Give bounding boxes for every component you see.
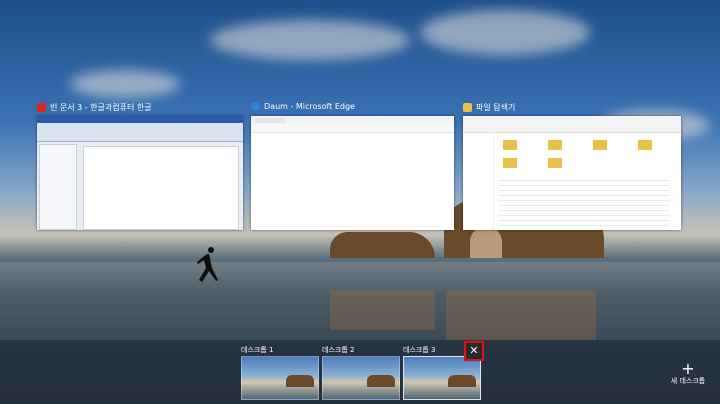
rock-reflection — [330, 290, 435, 330]
window-title-label: Daum - Microsoft Edge — [264, 102, 355, 111]
desktop-3-label: 데스크톱 3 — [403, 346, 436, 354]
window-thumbnail-edge[interactable] — [251, 116, 454, 230]
document-page — [83, 146, 239, 230]
drive-list — [499, 176, 669, 226]
window-thumbnail-hangul[interactable] — [37, 116, 243, 230]
rock-formation — [286, 375, 314, 387]
window-title-explorer[interactable]: 파일 탐색기 — [463, 102, 515, 113]
rock-formation — [367, 375, 395, 387]
toolbar — [37, 123, 243, 142]
window-title-label: 파일 탐색기 — [476, 103, 516, 112]
window-title-hangul[interactable]: 빈 문서 3 - 한글과컴퓨터 한글 — [37, 102, 152, 113]
close-desktop-button[interactable]: ✕ — [464, 341, 484, 361]
hangul-icon — [37, 103, 46, 112]
new-desktop-button[interactable]: + 새 데스크톱 — [668, 359, 708, 386]
rock-formation — [448, 375, 476, 387]
cloud — [420, 10, 590, 55]
rock-formation — [330, 232, 435, 258]
ribbon — [463, 116, 681, 133]
navigation-pane — [463, 132, 494, 230]
folder-icon — [503, 158, 517, 168]
folder-icon — [503, 140, 517, 150]
cloud — [210, 20, 410, 60]
address-bar — [251, 124, 454, 133]
folder-icon — [593, 140, 607, 150]
desktop-3-thumbnail[interactable] — [403, 356, 481, 400]
plus-icon: + — [681, 359, 695, 378]
rock-arch — [470, 226, 502, 258]
cloud — [70, 70, 180, 98]
window-title-label: 빈 문서 3 - 한글과컴퓨터 한글 — [50, 103, 152, 112]
folder-icon — [638, 140, 652, 150]
titlebar — [37, 116, 243, 123]
window-title-edge[interactable]: Daum - Microsoft Edge — [251, 102, 355, 111]
tab — [255, 118, 285, 123]
runner-silhouette — [197, 247, 218, 282]
rock-reflection — [446, 290, 596, 340]
folder-icon — [463, 103, 472, 112]
desktop-2-thumbnail[interactable] — [322, 356, 400, 400]
side-panel — [39, 144, 77, 230]
folder-icon — [548, 140, 562, 150]
window-thumbnail-explorer[interactable] — [463, 116, 681, 230]
folder-icon — [548, 158, 562, 168]
edge-icon — [251, 102, 260, 111]
desktop-1-thumbnail[interactable] — [241, 356, 319, 400]
desktop-1-label: 데스크톱 1 — [241, 346, 274, 354]
new-desktop-label: 새 데스크톱 — [670, 377, 706, 385]
close-icon: ✕ — [469, 344, 479, 357]
desktop-2-label: 데스크톱 2 — [322, 346, 355, 354]
